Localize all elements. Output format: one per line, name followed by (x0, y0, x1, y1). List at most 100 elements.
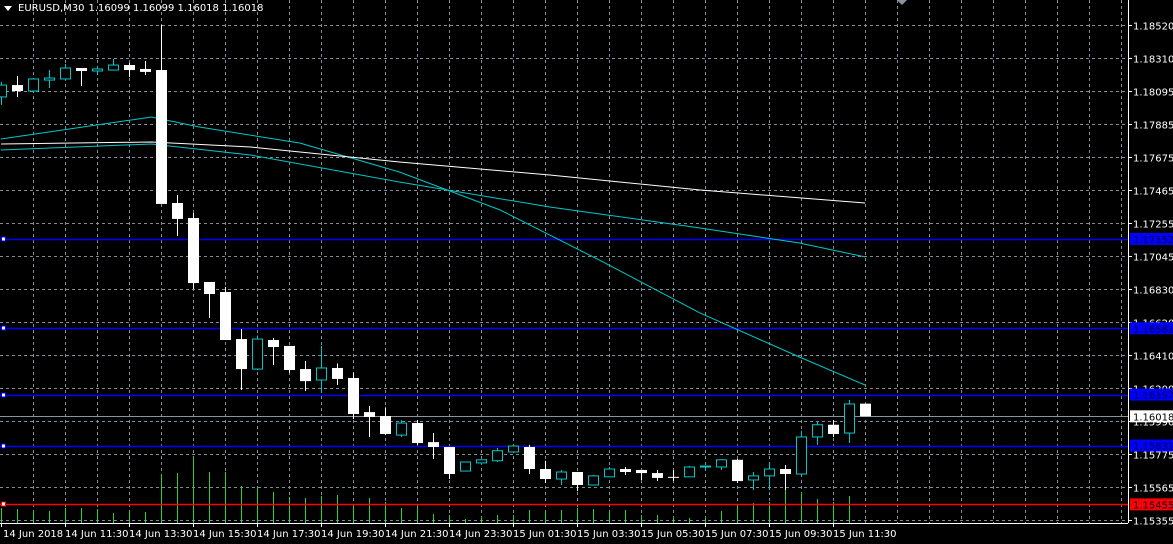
line-price-label: 1.16157 (1133, 391, 1173, 402)
candle-body-bear (572, 471, 583, 485)
candle (732, 459, 743, 483)
candle-body-bull (812, 424, 823, 438)
candle-body-bear (236, 339, 247, 370)
candle (108, 58, 119, 71)
x-tick-label: 15 Jun 09:30 (769, 529, 833, 540)
candle (348, 372, 359, 419)
x-tick-label: 14 Jun 21:30 (385, 529, 449, 540)
candle-body-bear (428, 442, 439, 447)
candle-body-bear (76, 68, 87, 71)
candle-body-bull (588, 475, 599, 486)
candle-body-bull (508, 445, 519, 453)
candle-body-bear (732, 459, 743, 482)
candle-body-bull (60, 67, 71, 80)
candle (492, 448, 503, 462)
candle (124, 63, 135, 77)
candle (396, 420, 407, 437)
candle-body-bear (220, 291, 231, 340)
candle (460, 461, 471, 472)
candle-body-bull (108, 64, 119, 71)
y-tick-label: 1.17465 (1133, 187, 1173, 198)
candle (204, 281, 215, 318)
candle-body-bear (780, 469, 791, 475)
y-tick-label: 1.15355 (1133, 517, 1173, 528)
candle (332, 363, 343, 386)
candle (684, 466, 695, 478)
candle-body-bear (172, 202, 183, 219)
candle (844, 400, 855, 444)
candle (812, 421, 823, 445)
y-tick-label: 1.17045 (1133, 253, 1173, 264)
candle-body-bear (380, 416, 391, 434)
candle-body-bear (268, 339, 279, 348)
candle-body-bull (0, 84, 7, 98)
line-anchor-handle[interactable] (1, 392, 6, 398)
candle (220, 286, 231, 340)
line-anchor-handle[interactable] (1, 325, 6, 331)
y-tick-label: 1.17255 (1133, 220, 1173, 231)
candle-body-bear (364, 412, 375, 417)
chart-title: EURUSD,M30 1.16099 1.16099 1.16018 1.160… (4, 3, 263, 14)
candle (588, 474, 599, 486)
candle (284, 345, 295, 373)
y-tick-label: 1.16830 (1133, 286, 1173, 297)
candle (524, 444, 535, 475)
candle-body-bull (28, 78, 39, 92)
candle-body-bear (636, 469, 647, 474)
line-price-label: 1.16581 (1133, 324, 1173, 335)
candle-body-bull (492, 450, 503, 462)
price-chart[interactable]: 1.18520 1.18310 1.18095 1.17885 1.17675 1.174… (0, 0, 1173, 544)
y-tick-label: 1.17885 (1133, 121, 1173, 132)
candle-body-bear (204, 281, 215, 295)
candle (268, 337, 279, 366)
candle (716, 459, 727, 470)
triangle-down-icon[interactable] (4, 6, 12, 11)
candle (0, 81, 7, 105)
line-anchor-handle[interactable] (1, 236, 6, 242)
candle (620, 466, 631, 475)
candle-body-bear (860, 403, 871, 417)
y-tick-label: 1.18310 (1133, 55, 1173, 66)
candle-body-bear (412, 423, 423, 444)
candle-body-bull (92, 68, 103, 72)
candle (156, 25, 167, 204)
candle-body-bear (668, 476, 679, 478)
candle (572, 471, 583, 492)
x-tick-label: 14 Jun 2018 (3, 529, 63, 540)
candle-body-bull (316, 367, 327, 381)
y-tick-label: 1.15565 (1133, 484, 1173, 495)
candle-body-bear (348, 377, 359, 414)
candle-body-bull (460, 461, 471, 472)
candle (12, 75, 23, 97)
candle (780, 464, 791, 490)
candle-body-bull (556, 471, 567, 480)
candle-body-bull (796, 436, 807, 475)
line-anchor-handle[interactable] (1, 443, 6, 449)
line-anchor-handle[interactable] (1, 501, 6, 507)
candle (412, 420, 423, 445)
symbol-label: EURUSD,M30 (18, 3, 85, 14)
x-tick-label: 14 Jun 13:30 (129, 529, 193, 540)
y-tick-label: 1.16410 (1133, 352, 1173, 363)
candle (860, 403, 871, 417)
candle (300, 360, 311, 391)
x-tick-label: 14 Jun 19:30 (321, 529, 385, 540)
x-tick-label: 15 Jun 03:30 (577, 529, 641, 540)
candle-body-bear (156, 70, 167, 204)
candle (556, 469, 567, 485)
candle (380, 407, 391, 436)
line-price-label: 1.15455 (1133, 500, 1173, 511)
candle-body-bull (716, 459, 727, 468)
candle (668, 469, 679, 482)
candle (92, 67, 103, 76)
candle (188, 212, 199, 290)
y-tick-label: 1.18520 (1133, 22, 1173, 33)
chart-shift-icon[interactable] (897, 0, 907, 5)
x-tick-label: 15 Jun 05:30 (641, 529, 705, 540)
candle-body-bull (396, 422, 407, 436)
candle-body-bear (140, 68, 151, 72)
candle (316, 345, 327, 394)
candle (796, 431, 807, 475)
candle-body-bear (332, 367, 343, 379)
candle (252, 335, 263, 371)
